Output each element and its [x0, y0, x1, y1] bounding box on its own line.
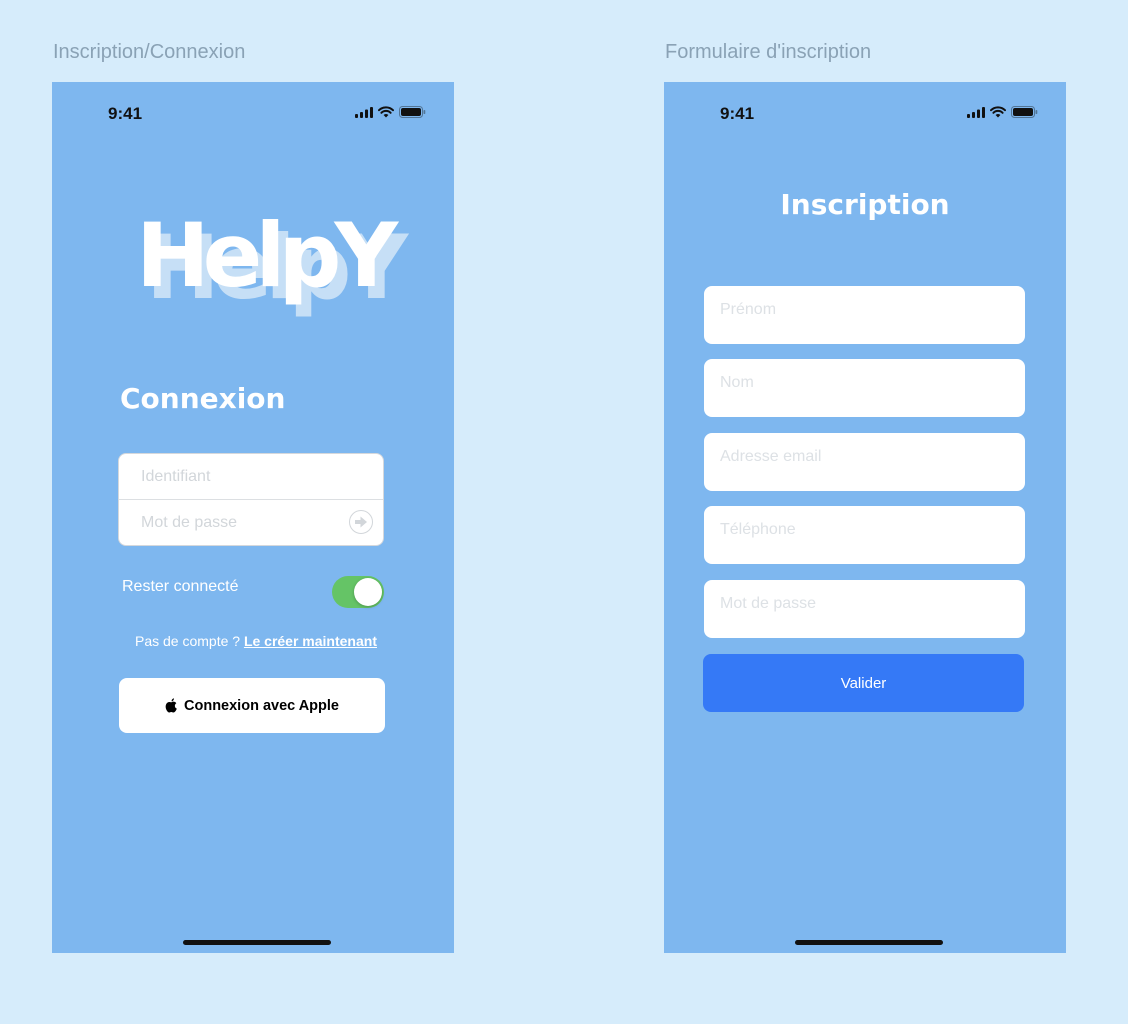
email-input[interactable]: Adresse email [704, 433, 1025, 491]
no-account-text: Pas de compte ? [134, 633, 241, 649]
battery-icon [1011, 106, 1038, 118]
signup-screen: 9:41 Inscription Prénom Nom Adresse emai… [664, 82, 1066, 953]
login-form: Identifiant Mot de passe [118, 453, 384, 546]
page-title: Connexion [120, 382, 286, 415]
frame-label-signup: Formulaire d'inscription [665, 41, 872, 63]
password-input[interactable]: Mot de passe [704, 580, 1025, 638]
apple-button-label: Connexion avec Apple [184, 697, 339, 714]
last-name-input[interactable]: Nom [704, 359, 1025, 417]
page-title: Inscription [780, 188, 950, 221]
password-placeholder: Mot de passe [720, 595, 817, 612]
submit-button[interactable]: Valider [703, 654, 1024, 712]
cellular-signal-icon [967, 106, 985, 118]
username-input[interactable]: Identifiant [119, 454, 383, 500]
phone-input[interactable]: Téléphone [704, 506, 1025, 564]
status-time: 9:41 [108, 104, 143, 123]
signup-prompt: Pas de compte ? Le créer maintenant [52, 633, 454, 649]
wifi-icon [990, 106, 1006, 118]
last-name-placeholder: Nom [720, 374, 754, 391]
home-indicator[interactable] [795, 940, 943, 945]
status-bar: 9:41 [664, 82, 1066, 146]
logo-text: HelpY [136, 204, 398, 307]
status-icons [355, 106, 426, 118]
arrow-right-icon [355, 516, 367, 528]
submit-arrow-button[interactable] [349, 510, 373, 534]
remember-me-label: Rester connecté [122, 578, 239, 595]
submit-button-label: Valider [840, 674, 887, 692]
create-account-link[interactable]: Le créer maintenant [244, 633, 377, 649]
first-name-input[interactable]: Prénom [704, 286, 1025, 344]
password-input[interactable]: Mot de passe [119, 500, 383, 545]
username-placeholder: Identifiant [141, 467, 211, 485]
apple-icon [165, 698, 177, 713]
wifi-icon [378, 106, 394, 118]
home-indicator[interactable] [183, 940, 331, 945]
frame-label-login: Inscription/Connexion [53, 41, 246, 63]
login-screen: 9:41 HelpY HelpY Connexion Identifiant M… [52, 82, 454, 953]
first-name-placeholder: Prénom [720, 301, 777, 318]
remember-me-toggle[interactable] [332, 576, 384, 608]
cellular-signal-icon [355, 106, 373, 118]
app-logo: HelpY HelpY [132, 212, 408, 322]
status-icons [967, 106, 1038, 118]
password-placeholder: Mot de passe [141, 513, 238, 531]
phone-placeholder: Téléphone [720, 521, 796, 538]
apple-signin-button[interactable]: Connexion avec Apple [119, 678, 385, 733]
email-placeholder: Adresse email [720, 448, 822, 465]
toggle-knob [354, 578, 382, 606]
battery-icon [399, 106, 426, 118]
status-bar: 9:41 [52, 82, 454, 146]
status-time: 9:41 [720, 104, 755, 123]
